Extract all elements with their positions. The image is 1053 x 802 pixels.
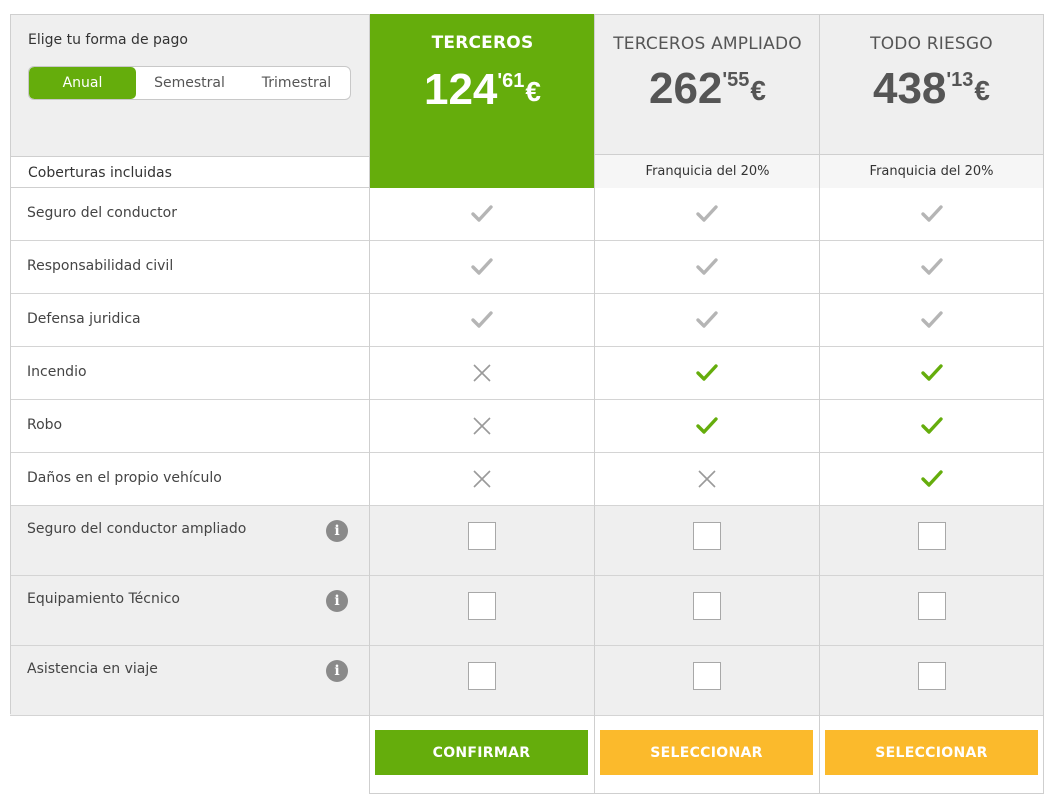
extra-checkbox[interactable] bbox=[693, 592, 721, 620]
plan-name: TODO RIESGO bbox=[870, 34, 993, 54]
coverage-header-row: Coberturas incluidas bbox=[10, 156, 370, 188]
extra-checkbox[interactable] bbox=[468, 522, 496, 550]
extra-checkbox[interactable] bbox=[468, 662, 496, 690]
extra-checkbox[interactable] bbox=[693, 662, 721, 690]
coverage-label: Incendio bbox=[27, 364, 87, 380]
extra-label: Equipamiento Técnico bbox=[27, 591, 180, 607]
cross-icon bbox=[470, 361, 494, 385]
plan-price: 124 '61 € bbox=[424, 67, 541, 113]
plan-price: 262 '55 € bbox=[649, 66, 766, 112]
coverage-title: Coberturas incluidas bbox=[28, 165, 172, 181]
extra-row: Seguro del conductor ampliado bbox=[10, 506, 1044, 576]
info-icon[interactable]: i bbox=[326, 520, 348, 542]
select-button-todo-riesgo[interactable]: SELECCIONAR bbox=[825, 730, 1038, 775]
plan-header-terceros: TERCEROS 124 '61 € bbox=[370, 14, 595, 188]
plan-header-todo-riesgo: TODO RIESGO 438 '13 € bbox=[820, 14, 1044, 154]
check-icon bbox=[920, 414, 944, 438]
check-icon bbox=[920, 308, 944, 332]
extra-checkbox[interactable] bbox=[468, 592, 496, 620]
payment-option-semestral[interactable]: Semestral bbox=[136, 67, 243, 99]
select-button-terceros-ampliado[interactable]: SELECCIONAR bbox=[600, 730, 813, 775]
price-currency: € bbox=[750, 75, 766, 106]
price-currency: € bbox=[525, 76, 541, 107]
franquicia-label: Franquicia del 20% bbox=[595, 154, 820, 188]
coverage-row: Responsabilidad civil bbox=[10, 241, 1044, 294]
check-icon bbox=[920, 361, 944, 385]
check-icon bbox=[695, 308, 719, 332]
plan-header-terceros-ampliado: TERCEROS AMPLIADO 262 '55 € bbox=[595, 14, 820, 154]
coverage-label: Seguro del conductor bbox=[27, 205, 177, 221]
cross-icon bbox=[470, 467, 494, 491]
extra-row: Equipamiento Técnico bbox=[10, 576, 1044, 646]
column-divider bbox=[819, 14, 820, 794]
coverage-label: Daños en el propio vehículo bbox=[27, 470, 222, 486]
cross-icon bbox=[695, 467, 719, 491]
check-icon bbox=[920, 202, 944, 226]
price-decimals: '61 bbox=[497, 70, 525, 92]
check-icon bbox=[695, 414, 719, 438]
column-divider bbox=[594, 14, 595, 794]
payment-option-trimestral[interactable]: Trimestral bbox=[243, 67, 350, 99]
coverage-row: Robo bbox=[10, 400, 1044, 453]
price-integer: 262 bbox=[648, 64, 723, 113]
check-icon bbox=[470, 202, 494, 226]
price-decimals: '13 bbox=[946, 69, 974, 91]
info-icon[interactable]: i bbox=[326, 660, 348, 682]
check-icon bbox=[470, 255, 494, 279]
check-icon bbox=[695, 255, 719, 279]
check-icon bbox=[695, 202, 719, 226]
check-icon bbox=[695, 361, 719, 385]
payment-option-anual[interactable]: Anual bbox=[29, 67, 136, 99]
plan-price: 438 '13 € bbox=[873, 66, 990, 112]
confirm-button[interactable]: CONFIRMAR bbox=[375, 730, 588, 775]
plan-name: TERCEROS bbox=[431, 33, 534, 53]
extra-label: Seguro del conductor ampliado bbox=[27, 521, 247, 537]
check-icon bbox=[470, 308, 494, 332]
info-icon[interactable]: i bbox=[326, 590, 348, 612]
price-currency: € bbox=[974, 75, 990, 106]
column-divider bbox=[1043, 14, 1044, 794]
extra-checkbox[interactable] bbox=[693, 522, 721, 550]
extra-row: Asistencia en viaje bbox=[10, 646, 1044, 716]
extra-checkbox[interactable] bbox=[918, 662, 946, 690]
check-icon bbox=[920, 467, 944, 491]
extra-label: Asistencia en viaje bbox=[27, 661, 158, 677]
coverage-row: Defensa juridica bbox=[10, 294, 1044, 347]
cross-icon bbox=[470, 414, 494, 438]
price-integer: 438 bbox=[872, 64, 947, 113]
plan-name: TERCEROS AMPLIADO bbox=[613, 34, 802, 54]
price-decimals: '55 bbox=[722, 69, 750, 91]
payment-toggle[interactable]: Anual Semestral Trimestral bbox=[28, 66, 351, 100]
bottom-border bbox=[369, 793, 1044, 794]
coverage-row: Daños en el propio vehículo bbox=[10, 453, 1044, 506]
column-divider bbox=[10, 14, 11, 714]
franquicia-label: Franquicia del 20% bbox=[820, 154, 1044, 188]
coverage-label: Robo bbox=[27, 417, 63, 433]
payment-title: Elige tu forma de pago bbox=[28, 32, 188, 48]
price-integer: 124 bbox=[423, 65, 498, 114]
coverage-label: Defensa juridica bbox=[27, 311, 141, 327]
check-icon bbox=[920, 255, 944, 279]
extra-checkbox[interactable] bbox=[918, 522, 946, 550]
coverage-label: Responsabilidad civil bbox=[27, 258, 174, 274]
column-divider bbox=[369, 14, 370, 794]
coverage-row: Seguro del conductor bbox=[10, 188, 1044, 241]
extra-checkbox[interactable] bbox=[918, 592, 946, 620]
coverage-row: Incendio bbox=[10, 347, 1044, 400]
